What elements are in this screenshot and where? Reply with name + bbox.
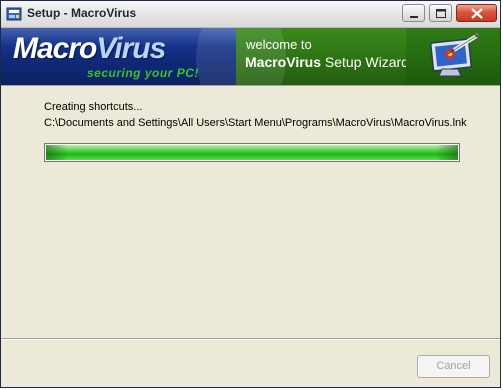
welcome-brand: MacroVirus <box>245 54 321 70</box>
brand-name-part1: Macro <box>13 32 97 65</box>
welcome-line2: MacroVirus Setup Wizard <box>245 54 409 70</box>
installing-page: Creating shortcuts... C:\Documents and S… <box>1 85 500 338</box>
welcome-rest: Setup Wizard <box>321 54 409 70</box>
brand-name-part2: Virus <box>96 32 166 65</box>
maximize-icon <box>436 9 446 18</box>
install-progress-bar <box>44 143 460 162</box>
banner-graphic-panel <box>406 28 500 85</box>
minimize-icon <box>410 16 418 18</box>
welcome-line1: welcome to <box>246 37 312 52</box>
monitor-syringe-icon <box>430 32 482 77</box>
title-bar[interactable]: Setup - MacroVirus <box>1 1 500 28</box>
progress-fill <box>46 145 458 160</box>
install-detail-path: C:\Documents and Settings\All Users\Star… <box>44 117 467 129</box>
close-button[interactable] <box>456 4 497 22</box>
setup-window: Setup - MacroVirus MacroVirus securing y… <box>0 0 501 388</box>
minimize-button[interactable] <box>402 4 425 22</box>
install-status-label: Creating shortcuts... <box>44 101 143 113</box>
setup-app-icon[interactable] <box>6 6 22 22</box>
cancel-button[interactable]: Cancel <box>417 355 490 378</box>
brand-tagline: securing your PC! <box>87 66 199 80</box>
maximize-button[interactable] <box>429 4 452 22</box>
footer-divider <box>1 338 500 340</box>
header-banner: MacroVirus securing your PC! welcome to … <box>1 28 500 85</box>
brand-logo: MacroVirus <box>13 32 166 66</box>
window-title: Setup - MacroVirus <box>27 6 137 20</box>
close-icon <box>471 8 483 19</box>
welcome-panel: welcome to MacroVirus Setup Wizard <box>196 28 409 85</box>
